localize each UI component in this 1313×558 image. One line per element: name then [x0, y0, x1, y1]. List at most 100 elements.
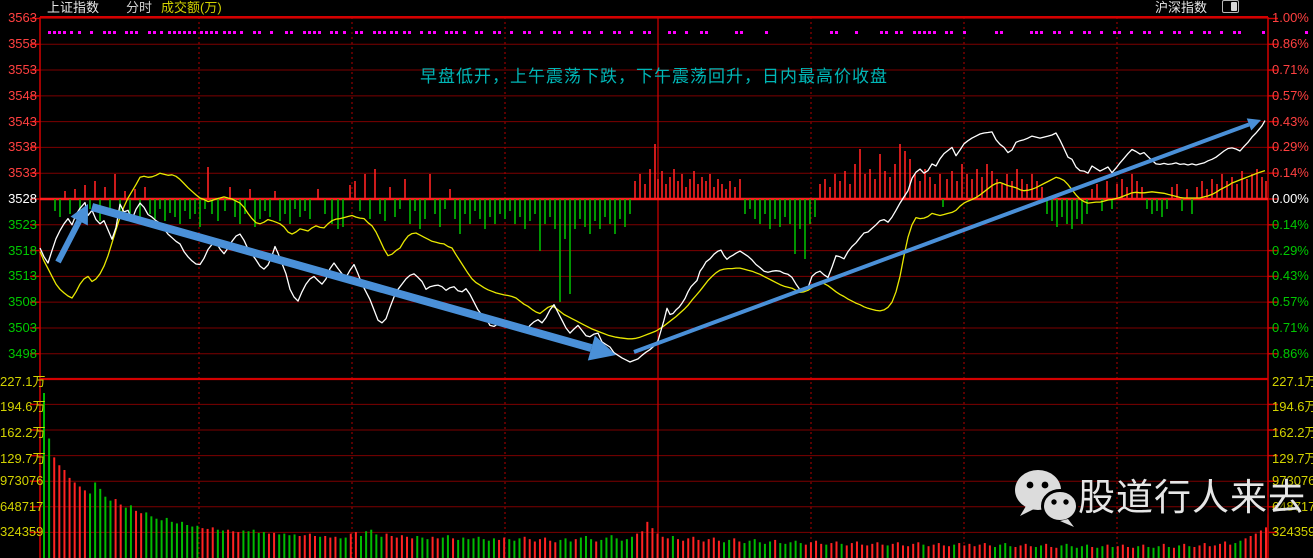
marker-dot: [945, 31, 948, 34]
watermark-text: 股道行人来去: [1078, 468, 1306, 528]
arrow-morning-decline-head: [588, 336, 616, 361]
volume-axis-label: 162.2万: [0, 422, 37, 441]
marker-dot: [523, 31, 526, 34]
volume-axis-label: 324359: [0, 524, 37, 539]
marker-dot: [1190, 31, 1193, 34]
marker-dot: [685, 31, 688, 34]
marker-dot: [318, 31, 321, 34]
marker-dot: [528, 31, 531, 34]
price-axis-label: 3553: [0, 62, 37, 77]
marker-dot: [885, 31, 888, 34]
marker-dot: [153, 31, 156, 34]
marker-dot: [1305, 31, 1308, 34]
marker-dot: [498, 31, 501, 34]
volume-axis-label: 227.1万: [0, 371, 37, 390]
marker-dot: [193, 31, 196, 34]
arrow-morning-decline: [92, 207, 591, 348]
marker-dot: [125, 31, 128, 34]
marker-dot: [1118, 31, 1121, 34]
marker-dot: [540, 31, 543, 34]
marker-dot: [900, 31, 903, 34]
marker-dot: [933, 31, 936, 34]
marker-dot: [233, 31, 236, 34]
watermark: 股道行人来去: [1012, 468, 1306, 528]
marker-dot: [1070, 31, 1073, 34]
marker-dot: [148, 31, 151, 34]
marker-dot: [588, 31, 591, 34]
volume-axis-label: 973076: [0, 473, 37, 488]
marker-dot: [673, 31, 676, 34]
marker-dot: [463, 31, 466, 34]
marker-dot: [1262, 31, 1265, 34]
marker-dot: [383, 31, 386, 34]
marker-dot: [428, 31, 431, 34]
leading-index-line-yellow: [40, 171, 1265, 339]
marker-dot: [173, 31, 176, 34]
marker-dot: [475, 31, 478, 34]
marker-dot: [1173, 31, 1176, 34]
marker-dot: [1088, 31, 1091, 34]
marker-dot: [160, 31, 163, 34]
price-axis-label: 3558: [0, 36, 37, 51]
marker-dot: [228, 31, 231, 34]
marker-dot: [78, 31, 81, 34]
marker-dot: [855, 31, 858, 34]
marker-dot: [1113, 31, 1116, 34]
marker-dot: [343, 31, 346, 34]
marker-dot: [313, 31, 316, 34]
marker-dot: [63, 31, 66, 34]
marker-dot: [950, 31, 953, 34]
arrow-open-pop-up: [58, 221, 79, 262]
marker-dot: [923, 31, 926, 34]
marker-dot: [1130, 31, 1133, 34]
marker-dot: [705, 31, 708, 34]
price-axis-label: 3538: [0, 139, 37, 154]
marker-dot: [373, 31, 376, 34]
marker-dot: [408, 31, 411, 34]
marker-dot: [378, 31, 381, 34]
marker-dot: [403, 31, 406, 34]
price-axis-label: 3563: [0, 10, 37, 25]
marker-dot: [830, 31, 833, 34]
marker-dot: [1203, 31, 1206, 34]
marker-dot: [360, 31, 363, 34]
marker-dot: [1035, 31, 1038, 34]
marker-dot: [963, 31, 966, 34]
volume-axis-label: 129.7万: [0, 448, 37, 467]
marker-dot: [558, 31, 561, 34]
marker-dot: [668, 31, 671, 34]
price-axis-label: 3503: [0, 320, 37, 335]
percent-axis-label: 0.71%: [1272, 320, 1309, 335]
marker-dot: [215, 31, 218, 34]
marker-dot: [290, 31, 293, 34]
marker-dot: [1233, 31, 1236, 34]
marker-dot: [1143, 31, 1146, 34]
marker-dot: [308, 31, 311, 34]
marker-dot: [895, 31, 898, 34]
marker-dot: [455, 31, 458, 34]
percent-axis-label: 0.86%: [1272, 36, 1309, 51]
price-axis-label: 3513: [0, 268, 37, 283]
marker-dot: [188, 31, 191, 34]
percent-axis-label: 0.43%: [1272, 114, 1309, 129]
marker-dot: [553, 31, 556, 34]
marker-dot: [1058, 31, 1061, 34]
marker-dot: [420, 31, 423, 34]
price-axis-label: 3498: [0, 346, 37, 361]
marker-dot: [600, 31, 603, 34]
percent-axis-label: 0.43%: [1272, 268, 1309, 283]
marker-dot: [103, 31, 106, 34]
marker-dot: [1000, 31, 1003, 34]
trend-annotation: 早盘低开，上午震荡下跌，下午震荡回升，日内最高价收盘: [420, 62, 888, 87]
marker-dot: [113, 31, 116, 34]
price-axis-label: 3508: [0, 294, 37, 309]
price-axis-label: 3528: [0, 191, 37, 206]
marker-dot: [168, 31, 171, 34]
marker-dot: [880, 31, 883, 34]
marker-dot: [395, 31, 398, 34]
marker-dot: [618, 31, 621, 34]
marker-dot: [135, 31, 138, 34]
marker-dot: [740, 31, 743, 34]
marker-dot: [735, 31, 738, 34]
marker-dot: [240, 31, 243, 34]
